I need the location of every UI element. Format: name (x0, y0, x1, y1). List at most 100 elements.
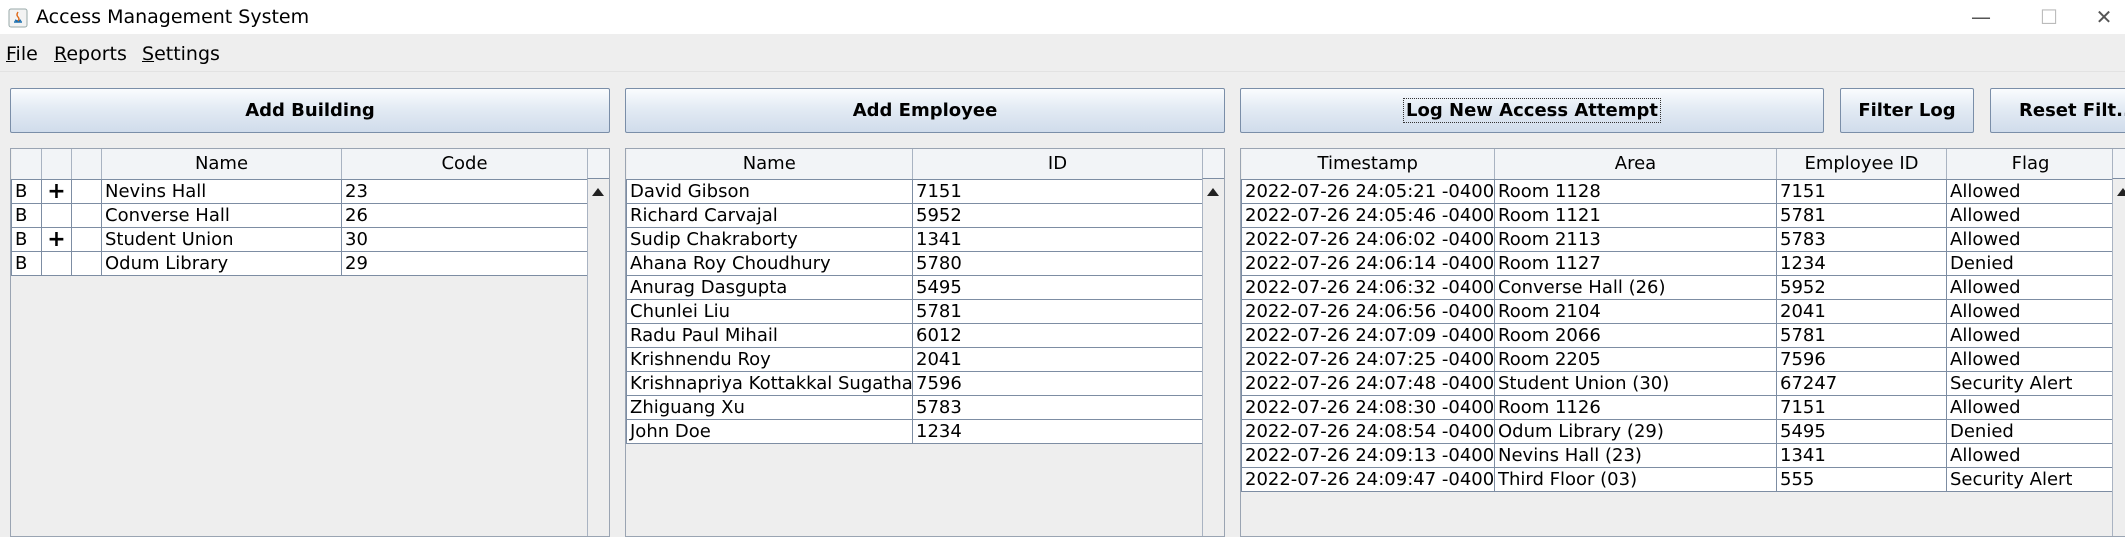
menu-settings[interactable]: Settings (142, 43, 220, 65)
table-row[interactable]: 2022-07-26 24:09:13 -0400 Nevins Hall (23… (1241, 443, 2115, 468)
scroll-up-arrow-icon[interactable] (1207, 188, 1219, 196)
table-row[interactable]: B + Nevins Hall 23 (11, 179, 588, 204)
cell-flag[interactable]: Allowed (1946, 179, 2115, 204)
cell-expand[interactable]: + (41, 179, 72, 204)
table-row[interactable]: 2022-07-26 24:07:09 -0400 Room 2066 5781 Al… (1241, 323, 2115, 348)
menu-reports[interactable]: Reports (54, 43, 127, 65)
cell-name[interactable]: David Gibson (626, 179, 913, 204)
column-header-area[interactable]: Area (1494, 149, 1777, 180)
cell-name[interactable]: Anurag Dasgupta (626, 275, 913, 300)
cell-id[interactable]: 5780 (912, 251, 1203, 276)
table-row[interactable]: 2022-07-26 24:06:32 -0400 Converse Hall (… (1241, 275, 2115, 300)
cell-blank[interactable] (71, 227, 102, 252)
cell-employee-id[interactable]: 5783 (1776, 227, 1947, 252)
cell-id[interactable]: 6012 (912, 323, 1203, 348)
cell-type[interactable]: B (11, 227, 42, 252)
cell-area[interactable]: Nevins Hall (23) (1494, 443, 1777, 468)
table-row[interactable]: Sudip Chakraborty 1341 (626, 227, 1203, 252)
cell-id[interactable]: 7596 (912, 371, 1203, 396)
filter-log-button[interactable]: Filter Log (1840, 88, 1974, 133)
table-row[interactable]: 2022-07-26 24:08:54 -0400 Odum Library (2… (1241, 419, 2115, 444)
column-header-name[interactable]: Name (101, 149, 342, 180)
cell-name[interactable]: Odum Library (101, 251, 342, 276)
cell-type[interactable]: B (11, 203, 42, 228)
cell-name[interactable]: Sudip Chakraborty (626, 227, 913, 252)
cell-flag[interactable]: Allowed (1946, 227, 2115, 252)
table-row[interactable]: Radu Paul Mihail 6012 (626, 323, 1203, 348)
cell-employee-id[interactable]: 5781 (1776, 203, 1947, 228)
cell-area[interactable]: Room 1128 (1494, 179, 1777, 204)
cell-name[interactable]: Radu Paul Mihail (626, 323, 913, 348)
add-employee-button[interactable]: Add Employee (625, 88, 1225, 133)
cell-blank[interactable] (71, 179, 102, 204)
table-row[interactable]: B Converse Hall 26 (11, 203, 588, 228)
table-row[interactable]: B + Student Union 30 (11, 227, 588, 252)
reset-filter-button[interactable]: Reset Filt... (1990, 88, 2125, 133)
column-header-type[interactable] (11, 149, 42, 180)
column-header-id[interactable]: ID (912, 149, 1203, 180)
cell-employee-id[interactable]: 7596 (1776, 347, 1947, 372)
cell-type[interactable]: B (11, 179, 42, 204)
cell-employee-id[interactable]: 5781 (1776, 323, 1947, 348)
cell-area[interactable]: Room 1121 (1494, 203, 1777, 228)
cell-area[interactable]: Room 2113 (1494, 227, 1777, 252)
cell-timestamp[interactable]: 2022-07-26 24:05:21 -0400 (1241, 179, 1495, 204)
table-row[interactable]: 2022-07-26 24:06:56 -0400 Room 2104 2041 Al… (1241, 299, 2115, 324)
cell-employee-id[interactable]: 7151 (1776, 395, 1947, 420)
cell-name[interactable]: Krishnendu Roy (626, 347, 913, 372)
cell-flag[interactable]: Denied (1946, 251, 2115, 276)
cell-name[interactable]: Zhiguang Xu (626, 395, 913, 420)
menu-file[interactable]: File (6, 43, 38, 65)
column-header-code[interactable]: Code (341, 149, 588, 180)
cell-blank[interactable] (71, 251, 102, 276)
buildings-scrollbar[interactable] (587, 179, 609, 536)
table-row[interactable]: 2022-07-26 24:08:30 -0400 Room 1126 7151 Al… (1241, 395, 2115, 420)
table-row[interactable]: Krishnapriya Kottakkal Sugathan 7596 (626, 371, 1203, 396)
cell-flag[interactable]: Security Alert (1946, 467, 2115, 492)
column-header-expand[interactable] (41, 149, 72, 180)
scroll-up-arrow-icon[interactable] (2117, 188, 2125, 196)
cell-expand[interactable]: + (41, 227, 72, 252)
cell-employee-id[interactable]: 1341 (1776, 443, 1947, 468)
cell-flag[interactable]: Allowed (1946, 299, 2115, 324)
table-row[interactable]: 2022-07-26 24:06:02 -0400 Room 2113 5783 Al… (1241, 227, 2115, 252)
cell-timestamp[interactable]: 2022-07-26 24:05:46 -0400 (1241, 203, 1495, 228)
minimize-button[interactable]: — (1947, 0, 2015, 34)
cell-code[interactable]: 29 (341, 251, 588, 276)
cell-flag[interactable]: Allowed (1946, 203, 2115, 228)
cell-timestamp[interactable]: 2022-07-26 24:07:25 -0400 (1241, 347, 1495, 372)
cell-id[interactable]: 5781 (912, 299, 1203, 324)
cell-employee-id[interactable]: 5952 (1776, 275, 1947, 300)
table-row[interactable]: Chunlei Liu 5781 (626, 299, 1203, 324)
cell-timestamp[interactable]: 2022-07-26 24:09:13 -0400 (1241, 443, 1495, 468)
table-row[interactable]: David Gibson 7151 (626, 179, 1203, 204)
table-row[interactable]: John Doe 1234 (626, 419, 1203, 444)
column-header-name[interactable]: Name (626, 149, 913, 180)
maximize-button[interactable]: ☐ (2015, 0, 2083, 34)
column-header-blank[interactable] (71, 149, 102, 180)
cell-flag[interactable]: Allowed (1946, 443, 2115, 468)
column-header-timestamp[interactable]: Timestamp (1241, 149, 1495, 180)
cell-flag[interactable]: Security Alert (1946, 371, 2115, 396)
cell-id[interactable]: 5783 (912, 395, 1203, 420)
cell-employee-id[interactable]: 555 (1776, 467, 1947, 492)
cell-area[interactable]: Odum Library (29) (1494, 419, 1777, 444)
cell-type[interactable]: B (11, 251, 42, 276)
cell-area[interactable]: Room 1126 (1494, 395, 1777, 420)
cell-id[interactable]: 5952 (912, 203, 1203, 228)
add-building-button[interactable]: Add Building (10, 88, 610, 133)
cell-area[interactable]: Student Union (30) (1494, 371, 1777, 396)
employees-scrollbar[interactable] (1202, 179, 1224, 536)
cell-area[interactable]: Third Floor (03) (1494, 467, 1777, 492)
table-row[interactable]: 2022-07-26 24:07:25 -0400 Room 2205 7596 Al… (1241, 347, 2115, 372)
column-header-employee-id[interactable]: Employee ID (1776, 149, 1947, 180)
cell-name[interactable]: Chunlei Liu (626, 299, 913, 324)
scroll-up-arrow-icon[interactable] (592, 188, 604, 196)
cell-timestamp[interactable]: 2022-07-26 24:07:09 -0400 (1241, 323, 1495, 348)
cell-name[interactable]: Richard Carvajal (626, 203, 913, 228)
cell-name[interactable]: Nevins Hall (101, 179, 342, 204)
log-new-access-attempt-button[interactable]: Log New Access Attempt (1240, 88, 1824, 133)
cell-name[interactable]: Converse Hall (101, 203, 342, 228)
cell-timestamp[interactable]: 2022-07-26 24:06:02 -0400 (1241, 227, 1495, 252)
cell-timestamp[interactable]: 2022-07-26 24:09:47 -0400 (1241, 467, 1495, 492)
